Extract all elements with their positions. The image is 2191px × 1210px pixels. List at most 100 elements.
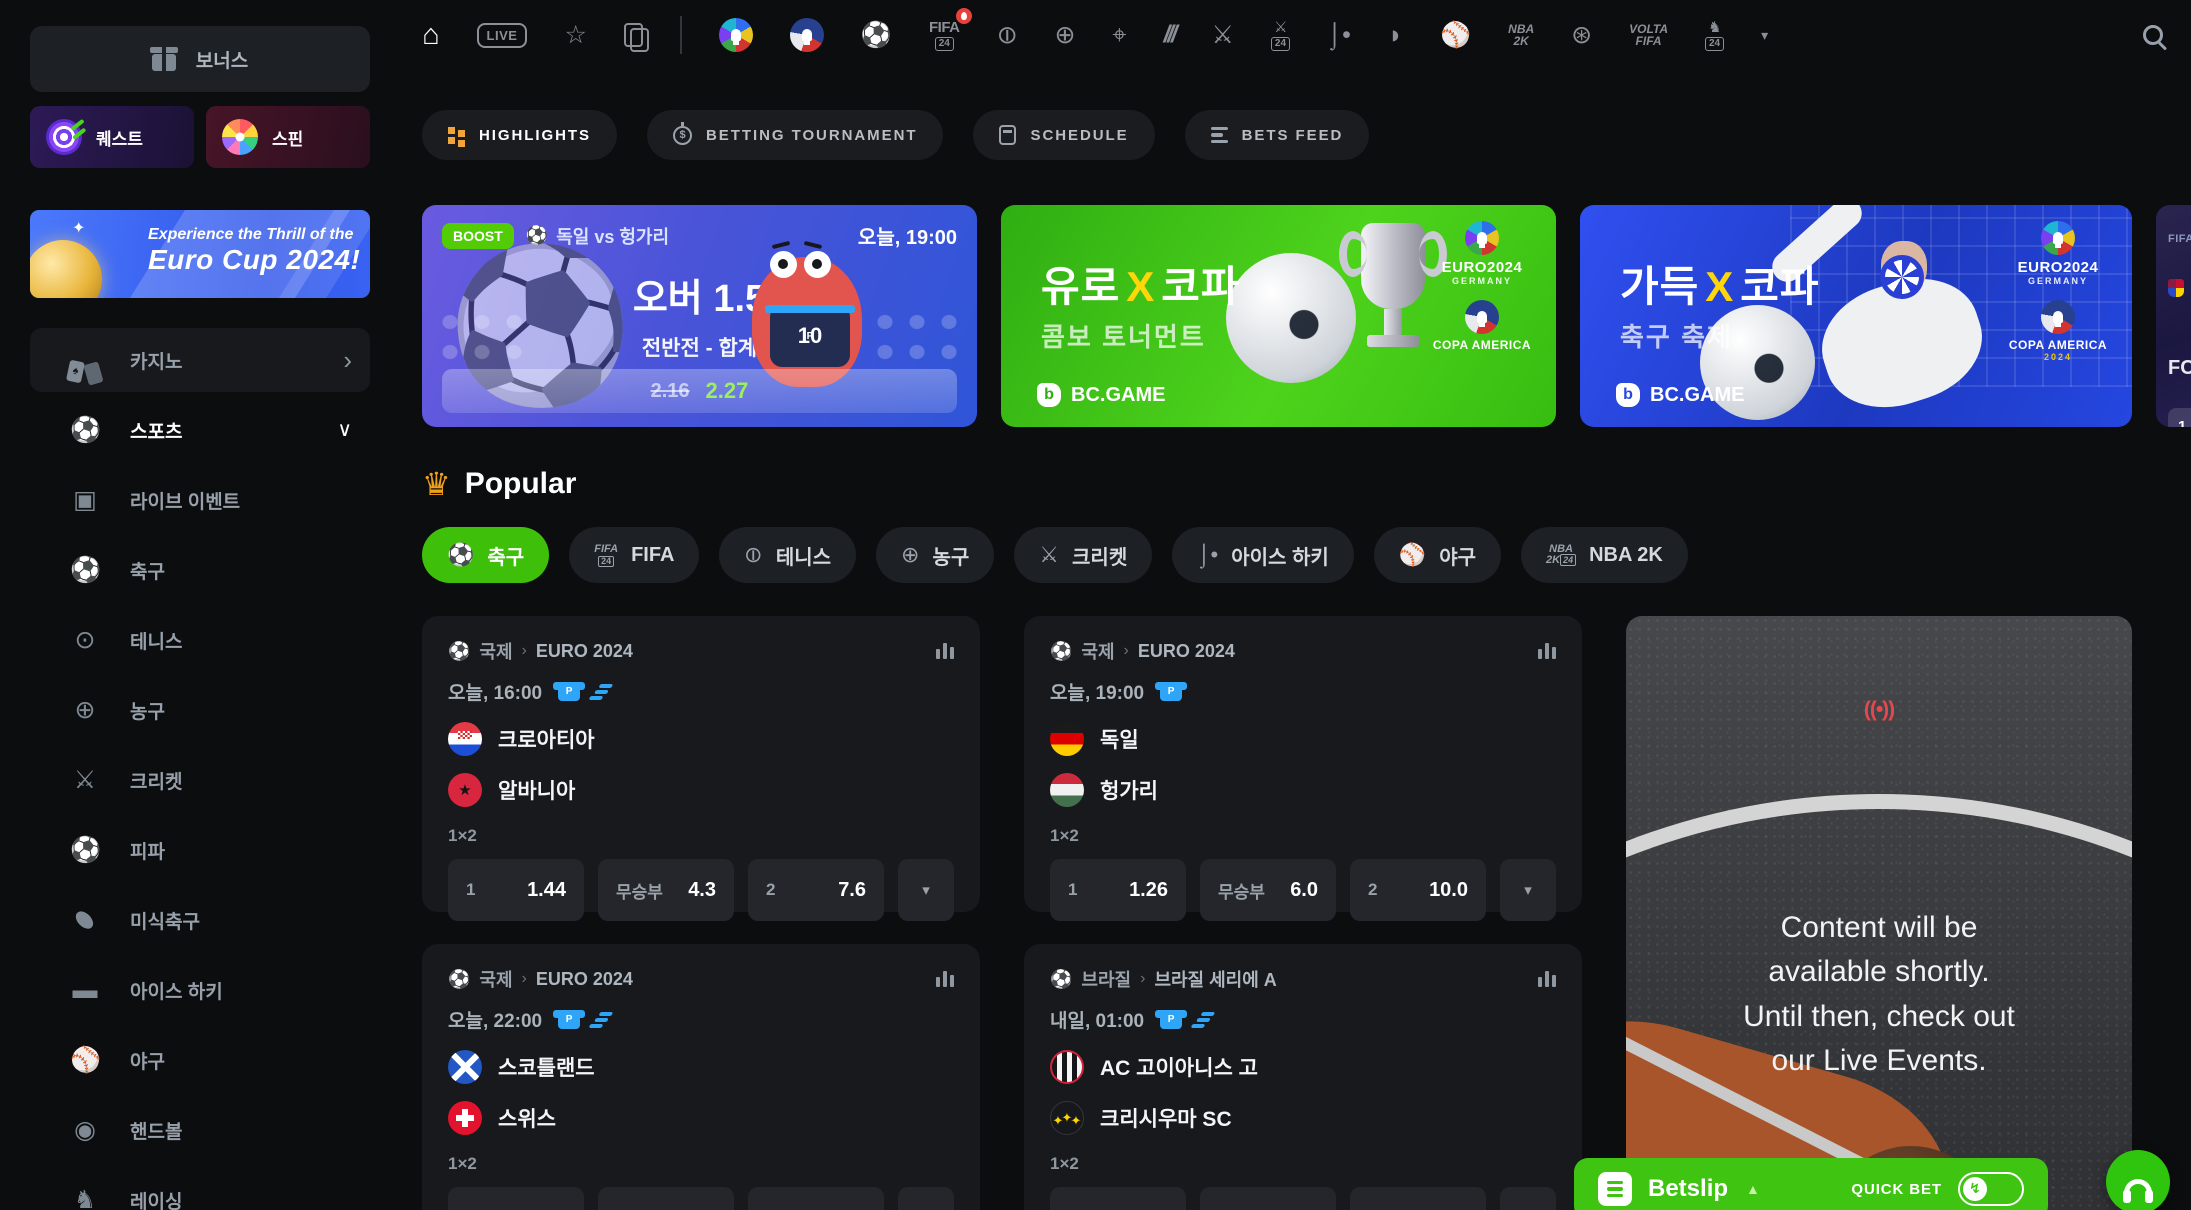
odds-button-away[interactable]: 27.6 bbox=[748, 859, 884, 921]
chip-ice-hockey[interactable]: ⌡• 아이스 하키 bbox=[1172, 527, 1354, 583]
chip-soccer[interactable]: ⚽ 축구 bbox=[422, 527, 549, 583]
volta-fifa24-icon[interactable]: VOLTAFIFA bbox=[1629, 23, 1668, 47]
fifa-banner-partial[interactable]: FIFA FC 1 bbox=[2156, 205, 2191, 427]
fifa-ball-icon: ⚽ bbox=[70, 838, 100, 863]
cricket-icon[interactable]: ⚔ bbox=[1212, 23, 1234, 48]
football-helmet-icon[interactable]: ◗ bbox=[1388, 23, 1403, 48]
bonus-button[interactable]: 보너스 bbox=[30, 26, 370, 92]
match-card[interactable]: ⚽ 국제 › EURO 2024 오늘, 19:00 독일 bbox=[1024, 616, 1582, 912]
tab-schedule[interactable]: SCHEDULE bbox=[973, 110, 1154, 160]
odds-button-home[interactable]: 11.44 bbox=[448, 859, 584, 921]
statistics-icon[interactable] bbox=[1538, 643, 1556, 659]
home-icon[interactable]: ⌂ bbox=[422, 21, 440, 50]
more-sports-caret-icon[interactable]: ▾ bbox=[1761, 28, 1768, 42]
team-row: 스코틀랜드 bbox=[448, 1050, 954, 1084]
quick-bet-toggle[interactable]: ↯ bbox=[1958, 1172, 2024, 1206]
betslip-bar[interactable]: Betslip ▲ QUICK BET ↯ bbox=[1574, 1158, 2048, 1210]
american-football-icon: ⬮ bbox=[70, 908, 100, 933]
sidebar-item-american-football[interactable]: ⬮ 미식축구 bbox=[30, 888, 370, 952]
esports-league-icon[interactable]: /// bbox=[1163, 21, 1174, 49]
volleyball-icon[interactable]: ⊛ bbox=[1571, 23, 1592, 48]
euro-copa-combo-banner[interactable]: 유로X코파 콤보 토너먼트 bBC.GAME EURO2024 GERMANY … bbox=[1001, 205, 1556, 427]
sidebar-item-ice-hockey[interactable]: ▬ 아이스 하키 bbox=[30, 958, 370, 1022]
boost-odds-bar[interactable]: 2.16 2.27 bbox=[442, 369, 957, 413]
sidebar-item-cricket[interactable]: ⚔ 크리켓 bbox=[30, 748, 370, 812]
match-card[interactable]: ⚽ 국제 › EURO 2024 오늘, 22:00 스코틀랜드 bbox=[422, 944, 980, 1210]
support-chat-button[interactable] bbox=[2106, 1150, 2170, 1210]
soccer-icon[interactable]: ⚽ bbox=[861, 23, 892, 48]
basketball-icon[interactable]: ⊕ bbox=[1054, 23, 1075, 48]
hot-flame-badge bbox=[956, 8, 972, 24]
sidebar-item-fifa[interactable]: ⚽ 피파 bbox=[30, 818, 370, 882]
spin-button[interactable]: 스핀 bbox=[206, 106, 370, 168]
tennis-icon[interactable]: ⊘ bbox=[997, 23, 1018, 48]
odds-button-draw[interactable]: 무승부4.3 bbox=[598, 859, 734, 921]
highlights-grid-icon bbox=[448, 127, 465, 144]
tab-bets-feed[interactable]: BETS FEED bbox=[1185, 110, 1370, 160]
favorites-star-icon[interactable]: ☆ bbox=[564, 23, 586, 48]
nba2k24-icon[interactable]: NBA2K bbox=[1508, 23, 1534, 47]
chip-tennis[interactable]: ⊘ 테니스 bbox=[719, 527, 856, 583]
my-bets-icon[interactable] bbox=[624, 23, 643, 47]
search-icon[interactable] bbox=[2143, 25, 2163, 45]
sidebar-item-handball[interactable]: ◉ 핸드볼 bbox=[30, 1098, 370, 1162]
odds-button-draw[interactable]: 무승부3.4 bbox=[598, 1187, 734, 1210]
more-markets-caret[interactable]: ▾ bbox=[1500, 1187, 1556, 1210]
more-markets-caret[interactable]: ▾ bbox=[1500, 859, 1556, 921]
fifa24-icon[interactable]: FIFA24 bbox=[929, 20, 960, 51]
baseball-icon[interactable]: ⚾ bbox=[1440, 23, 1471, 48]
sidebar-item-basketball[interactable]: ⊕ 농구 bbox=[30, 678, 370, 742]
sidebar-item-sports[interactable]: ⚽ 스포츠 ∨ bbox=[30, 398, 370, 462]
odds-button-draw[interactable]: 무승부6.0 bbox=[1200, 859, 1336, 921]
odds-button-home[interactable]: 11.26 bbox=[1050, 859, 1186, 921]
team-row: AC 고이아니스 고 bbox=[1050, 1050, 1556, 1084]
team-row: 독일 bbox=[1050, 722, 1556, 756]
odds-button-home[interactable]: 14.4 bbox=[448, 1187, 584, 1210]
quest-button[interactable]: 퀘스트 bbox=[30, 106, 194, 168]
statistics-icon[interactable] bbox=[936, 643, 954, 659]
banner-subtitle: 콤보 토너먼트 bbox=[1041, 317, 1206, 354]
sidebar-item-soccer[interactable]: ⚽ 축구 bbox=[30, 538, 370, 602]
odds-button-draw[interactable]: 무승부3.6 bbox=[1200, 1187, 1336, 1210]
sidebar-item-casino[interactable]: 카지노 › bbox=[30, 328, 370, 392]
hungary-flag bbox=[1050, 773, 1084, 807]
counter-strike-icon[interactable]: ⌖ bbox=[1112, 23, 1126, 48]
odds-button-partial[interactable]: 1 bbox=[2168, 408, 2191, 427]
ice-hockey-icon[interactable]: ⌡• bbox=[1327, 23, 1351, 48]
more-markets-caret[interactable]: ▾ bbox=[898, 859, 954, 921]
cricket24-icon[interactable]: ⚔24 bbox=[1271, 20, 1290, 51]
chip-nba2k[interactable]: NBA2K24 NBA 2K bbox=[1521, 527, 1688, 583]
chip-basketball[interactable]: ⊕ 농구 bbox=[876, 527, 994, 583]
horse-racing24-icon[interactable]: ♞24 bbox=[1705, 20, 1724, 51]
euro-cup-promo-banner[interactable]: ✦ Experience the Thrill of the Euro Cup … bbox=[30, 210, 370, 298]
copa-america-logo[interactable] bbox=[790, 18, 824, 52]
sidebar-item-live-events[interactable]: ▣ 라이브 이벤트 bbox=[30, 468, 370, 532]
copa-festival-banner[interactable]: 가득X코파 축구 축제 bBC.GAME EURO2024 GERMANY CO… bbox=[1580, 205, 2132, 427]
statistics-icon[interactable] bbox=[1538, 971, 1556, 987]
odds-button-away[interactable]: 21.87 bbox=[748, 1187, 884, 1210]
match-time: 오늘, 19:00 bbox=[1050, 678, 1144, 705]
odds-button-away[interactable]: 210.0 bbox=[1350, 859, 1486, 921]
boost-market-subtitle: 전반전 - 합계 bbox=[422, 332, 977, 362]
odds-button-home[interactable]: 11.77 bbox=[1050, 1187, 1186, 1210]
crown-icon: ♛ bbox=[422, 468, 451, 500]
chip-cricket[interactable]: ⚔ 크리켓 bbox=[1014, 527, 1152, 583]
boost-odds-banner[interactable]: ⚽ BOOST ⚽독일 vs 헝가리 오늘, 19:00 오버 1.5 전반전 … bbox=[422, 205, 977, 427]
match-card[interactable]: ⚽ 국제 › EURO 2024 오늘, 16:00 크로아티아 bbox=[422, 616, 980, 912]
sidebar-item-baseball[interactable]: ⚾ 야구 bbox=[30, 1028, 370, 1092]
sidebar-item-tennis[interactable]: ⊙ 테니스 bbox=[30, 608, 370, 672]
live-nav-button[interactable]: LIVE bbox=[477, 23, 528, 48]
tab-highlights[interactable]: HIGHLIGHTS bbox=[422, 110, 617, 160]
chip-baseball[interactable]: ⚾ 야구 bbox=[1374, 527, 1501, 583]
euro-2024-logo[interactable] bbox=[719, 18, 753, 52]
sidebar-item-racing[interactable]: ♞ 레이싱 bbox=[30, 1168, 370, 1210]
match-card[interactable]: ⚽ 브라질 › 브라질 세리에 A 내일, 01:00 AC 고이아니스 고 bbox=[1024, 944, 1582, 1210]
odds-button-away[interactable]: 24.7 bbox=[1350, 1187, 1486, 1210]
chip-fifa[interactable]: FIFA24 FIFA bbox=[569, 527, 699, 583]
more-markets-caret[interactable]: ▾ bbox=[898, 1187, 954, 1210]
betslip-label: Betslip bbox=[1648, 1175, 1728, 1203]
quick-bet-label: QUICK BET bbox=[1851, 1181, 1942, 1198]
tab-betting-tournament[interactable]: $ BETTING TOURNAMENT bbox=[647, 110, 943, 160]
statistics-icon[interactable] bbox=[936, 971, 954, 987]
soccer-icon: ⚽ bbox=[448, 969, 470, 990]
